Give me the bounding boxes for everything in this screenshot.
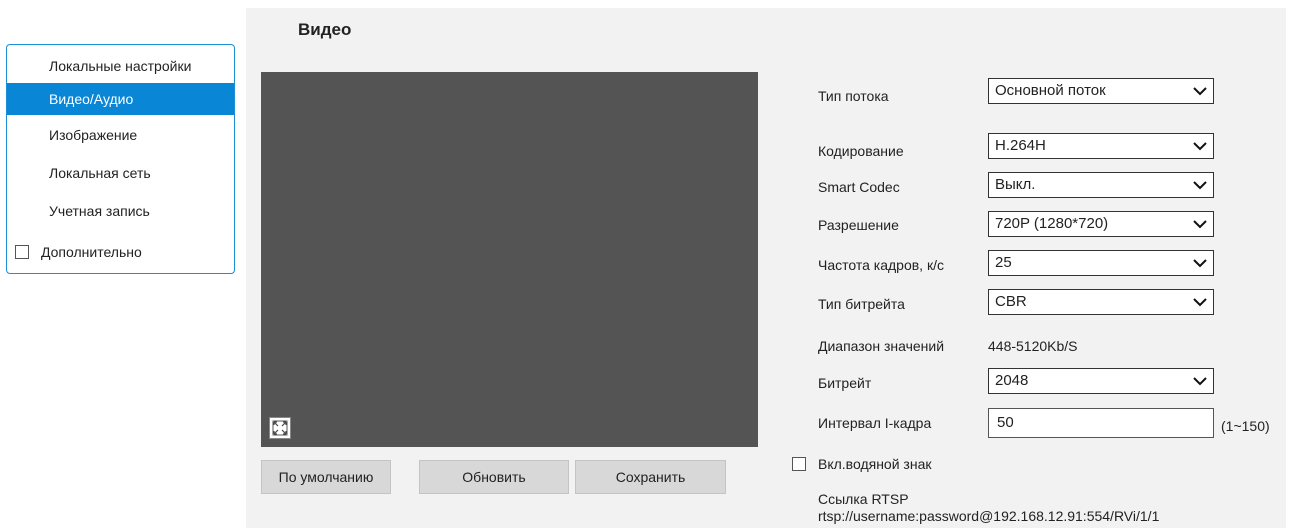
rtsp-url: rtsp://username:password@192.168.12.91:5… [818,508,1160,524]
i-frame-interval-input[interactable]: 50 [988,408,1214,438]
frame-rate-label: Частота кадров, к/с [818,257,944,273]
frame-rate-select[interactable]: 25 [988,250,1214,276]
chevron-down-icon [1193,181,1207,190]
sidebar-item-local-network[interactable]: Локальная сеть [7,157,234,189]
chevron-down-icon [1193,298,1207,307]
smart-codec-value: Выкл. [995,176,1036,193]
resolution-select[interactable]: 720P (1280*720) [988,211,1214,237]
sidebar-item-local-settings[interactable]: Локальные настройки [7,50,234,82]
resolution-value: 720P (1280*720) [995,215,1109,232]
sidebar-item-video-audio[interactable]: Видео/Аудио [7,83,234,115]
chevron-down-icon [1193,87,1207,96]
sidebar-item-account[interactable]: Учетная запись [7,195,234,227]
watermark-checkbox[interactable] [792,457,806,471]
bitrate-type-label: Тип битрейта [818,296,905,312]
stream-type-value: Основной поток [995,82,1106,99]
chevron-down-icon [1193,377,1207,386]
bitrate-label: Битрейт [818,375,872,391]
encoding-label: Кодирование [818,143,904,159]
save-button[interactable]: Сохранить [575,460,726,494]
video-preview [261,72,758,447]
bitrate-select[interactable]: 2048 [988,368,1214,394]
rtsp-label: Ссылка RTSP [818,491,909,507]
stream-type-select[interactable]: Основной поток [988,78,1214,104]
bitrate-type-value: CBR [995,293,1027,310]
i-frame-interval-hint: (1~150) [1221,418,1270,434]
sidebar: Локальные настройки Видео/Аудио Изображе… [6,44,235,274]
sidebar-advanced[interactable]: Дополнительно [15,242,142,262]
chevron-down-icon [1193,220,1207,229]
watermark-option[interactable]: Вкл.водяной знак [792,456,931,472]
value-range-label: Диапазон значений [818,338,945,354]
stream-type-label: Тип потока [818,88,889,104]
value-range-value: 448-5120Kb/S [988,338,1078,354]
advanced-label: Дополнительно [41,244,142,260]
chevron-down-icon [1193,259,1207,268]
frame-rate-value: 25 [995,254,1012,271]
page-title: Видео [298,20,352,39]
bitrate-type-select[interactable]: CBR [988,289,1214,315]
i-frame-interval-label: Интервал I-кадра [818,415,932,431]
default-button[interactable]: По умолчанию [261,460,391,494]
smart-codec-select[interactable]: Выкл. [988,172,1214,198]
encoding-value: H.264H [995,137,1046,154]
sidebar-item-image[interactable]: Изображение [7,119,234,151]
refresh-button[interactable]: Обновить [419,460,569,494]
encoding-select[interactable]: H.264H [988,133,1214,159]
advanced-checkbox[interactable] [15,245,29,259]
i-frame-interval-value: 50 [997,414,1014,431]
watermark-label: Вкл.водяной знак [818,456,932,472]
chevron-down-icon [1193,142,1207,151]
bitrate-value: 2048 [995,372,1029,389]
smart-codec-label: Smart Codec [818,179,900,195]
resolution-label: Разрешение [818,217,899,233]
fullscreen-icon[interactable] [269,417,291,439]
main-panel: Видео По умолчанию Обновить Сохранить Ти… [246,8,1286,528]
